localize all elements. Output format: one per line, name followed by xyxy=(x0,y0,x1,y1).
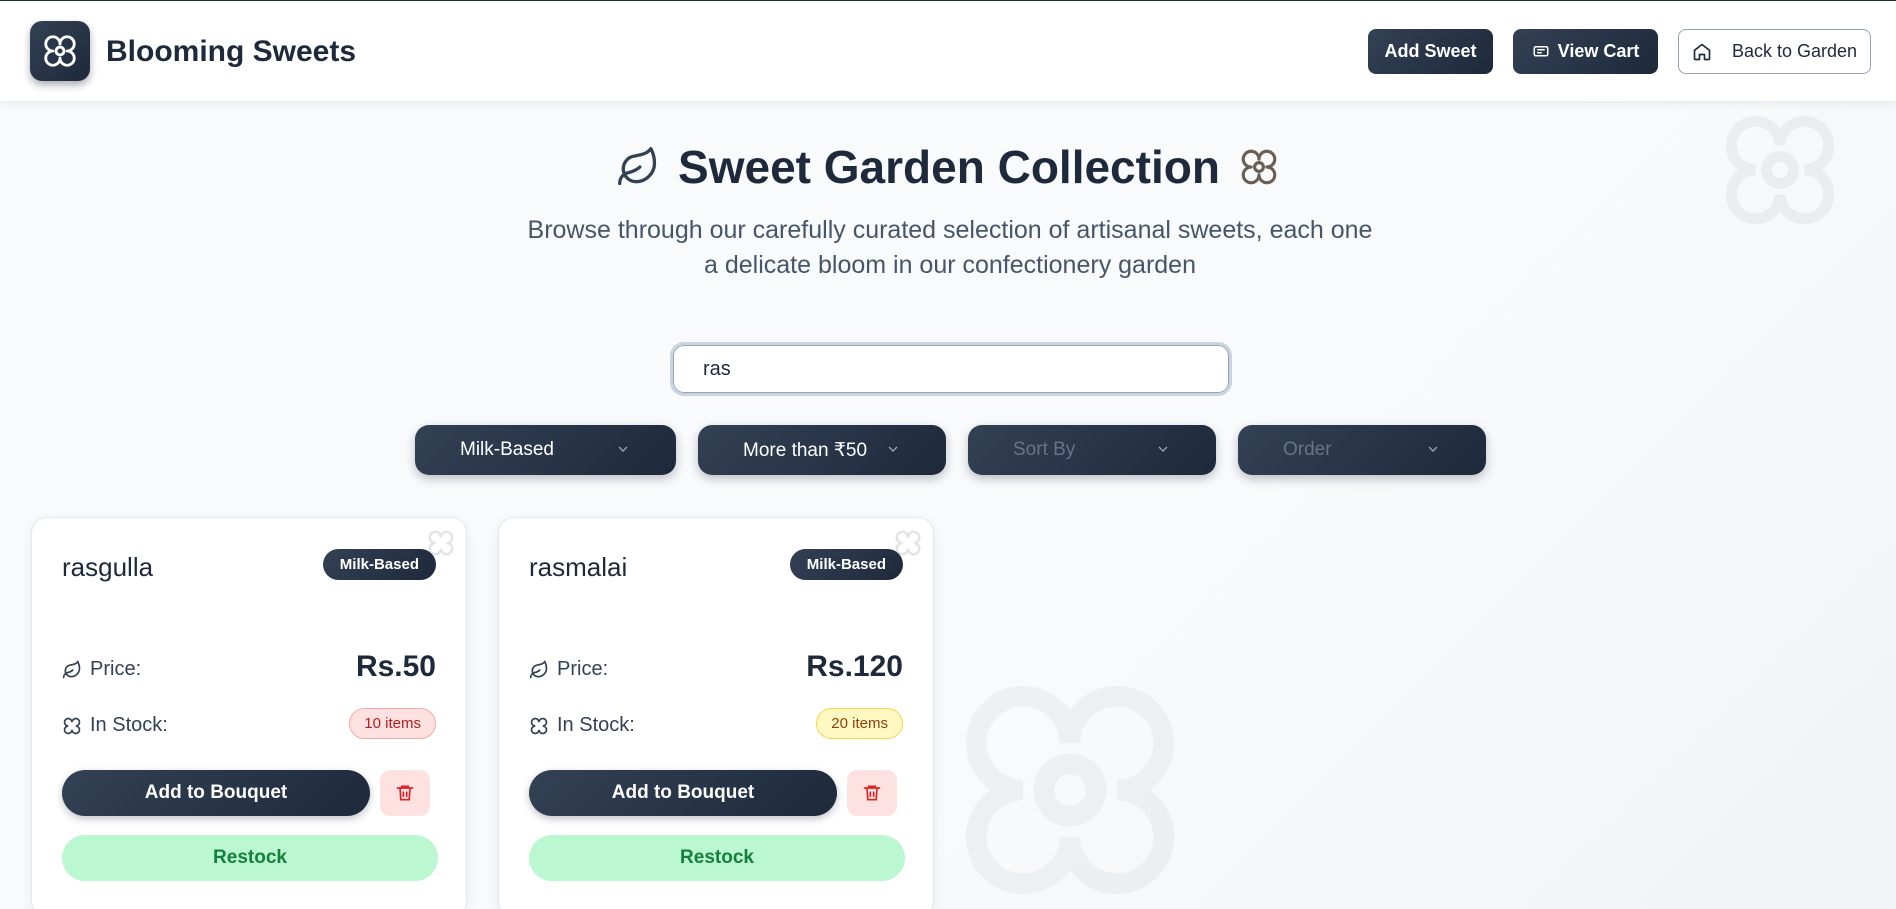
delete-button[interactable] xyxy=(847,770,897,816)
trash-icon xyxy=(396,785,414,801)
add-sweet-label: Add Sweet xyxy=(1384,41,1477,61)
flower-icon xyxy=(63,717,81,734)
price-label: Price: xyxy=(62,658,141,681)
price-value: Rs.50 xyxy=(355,650,436,683)
category-filter-value: Milk-Based xyxy=(460,439,554,460)
page-subtitle: Browse through our carefully curated sel… xyxy=(527,216,1373,279)
category-filter-select[interactable]: Milk-Based xyxy=(415,425,676,475)
sweet-name: rasgulla xyxy=(62,552,154,582)
stock-label: In Stock: xyxy=(62,714,168,737)
search-input[interactable] xyxy=(670,342,1232,396)
order-select[interactable]: Order xyxy=(1238,425,1486,475)
back-to-garden-label: Back to Garden xyxy=(1731,41,1858,61)
background-flower-icon xyxy=(965,685,1175,895)
chevron-down-icon xyxy=(618,446,628,452)
sweet-card: rasmalai Milk-Based Price: Rs.120 In Sto… xyxy=(498,517,934,909)
brand-logo[interactable] xyxy=(30,21,90,81)
back-to-garden-button[interactable]: Back to Garden xyxy=(1678,29,1871,74)
category-badge: Milk-Based xyxy=(789,549,903,580)
sort-by-select[interactable]: Sort By xyxy=(968,425,1216,475)
leaf-icon xyxy=(62,659,81,678)
trash-icon xyxy=(863,785,881,801)
sweet-card: rasgulla Milk-Based Price: Rs.50 In Stoc… xyxy=(31,517,467,909)
add-sweet-button[interactable]: Add Sweet xyxy=(1368,29,1493,74)
view-cart-button[interactable]: View Cart xyxy=(1513,29,1658,74)
restock-button[interactable]: Restock xyxy=(62,835,438,881)
view-cart-label: View Cart xyxy=(1557,41,1640,61)
stock-label: In Stock: xyxy=(529,714,635,737)
page-title: Sweet Garden Collection xyxy=(0,140,1896,194)
flower-icon xyxy=(530,717,548,734)
category-badge: Milk-Based xyxy=(322,549,436,580)
stock-badge: 10 items xyxy=(349,708,436,739)
restock-button[interactable]: Restock xyxy=(529,835,905,881)
order-placeholder: Order xyxy=(1283,439,1332,460)
price-value: Rs.120 xyxy=(806,650,903,683)
chevron-down-icon xyxy=(1158,446,1168,452)
price-label-text: Price: xyxy=(90,658,142,680)
sort-by-placeholder: Sort By xyxy=(1013,439,1076,460)
stock-label-text: In Stock: xyxy=(557,714,635,736)
add-to-bouquet-button[interactable]: Add to Bouquet xyxy=(62,770,370,816)
price-label: Price: xyxy=(529,658,608,681)
leaf-icon xyxy=(529,659,548,678)
add-to-bouquet-button[interactable]: Add to Bouquet xyxy=(529,770,837,816)
price-filter-select[interactable]: More than ₹50 xyxy=(698,425,946,475)
leaf-icon xyxy=(618,147,657,186)
sweet-name: rasmalai xyxy=(529,552,628,582)
cart-icon xyxy=(1533,45,1549,56)
flower-icon xyxy=(44,35,76,67)
app-header: Blooming Sweets Add Sweet View Cart Back… xyxy=(0,1,1896,101)
stock-badge: 20 items xyxy=(816,708,903,739)
chevron-down-icon xyxy=(888,446,898,452)
price-filter-value: More than ₹50 xyxy=(743,439,868,461)
home-icon xyxy=(1693,43,1711,60)
flower-icon xyxy=(1241,149,1277,185)
chevron-down-icon xyxy=(1428,446,1438,452)
stock-label-text: In Stock: xyxy=(90,714,168,736)
brand-name: Blooming Sweets xyxy=(106,35,357,68)
delete-button[interactable] xyxy=(380,770,430,816)
price-label-text: Price: xyxy=(557,658,609,680)
page-title-text: Sweet Garden Collection xyxy=(678,141,1220,193)
